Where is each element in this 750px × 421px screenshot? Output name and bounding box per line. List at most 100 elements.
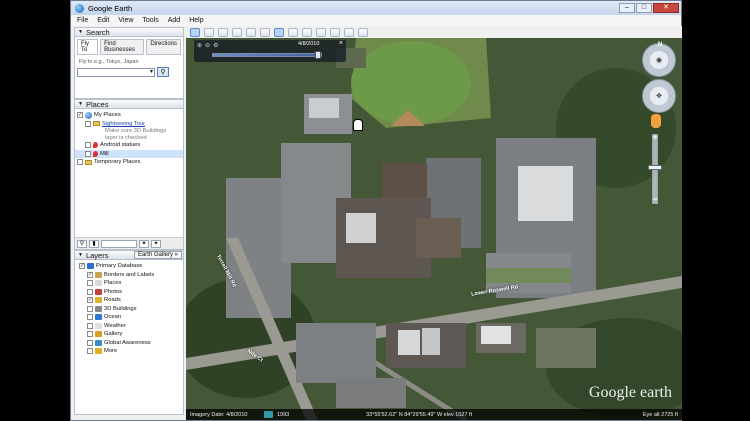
earth-gallery-button[interactable]: Earth Gallery » — [133, 251, 182, 259]
layer-item[interactable]: Weather — [75, 322, 183, 331]
record-tour-button[interactable] — [260, 27, 270, 37]
map-view[interactable]: Lower Roswell Rd Terrell Mill Rd Nite Ct… — [186, 38, 682, 420]
layer-icon — [95, 271, 102, 278]
checkbox[interactable]: ✓ — [79, 263, 85, 270]
layer-item[interactable]: 3D Buildings — [75, 305, 183, 314]
copyright-year: 1993 — [277, 411, 290, 418]
hand-cursor-icon — [353, 119, 363, 131]
coordinates-readout: 33°55'52.62" N 84°29'55.49" W elev 1027 … — [366, 411, 473, 418]
layer-item[interactable]: Gallery — [75, 330, 183, 339]
layers-header[interactable]: ▼ Layers Earth Gallery » — [74, 250, 184, 260]
checkbox[interactable] — [77, 159, 83, 166]
move-joystick[interactable]: ✥ — [642, 79, 676, 113]
checkbox[interactable] — [87, 348, 93, 355]
historical-imagery-slider[interactable]: ⊕ ⊖ ⚙ 4/8/2010 × — [194, 40, 346, 62]
email-button[interactable] — [330, 27, 340, 37]
search-header[interactable]: ▼ Search — [74, 27, 184, 37]
zoom-slider-thumb[interactable] — [648, 165, 662, 170]
eye-altitude: Eye alt 2725 ft — [642, 411, 678, 418]
path-button[interactable] — [232, 27, 242, 37]
layer-item[interactable]: ✓ Primary Database — [75, 262, 183, 271]
places-item-my-places[interactable]: ✓ My Places — [75, 111, 183, 120]
search-header-label: Search — [85, 27, 110, 37]
layer-item[interactable]: Global Awareness — [75, 339, 183, 348]
checkbox[interactable] — [87, 305, 93, 312]
checkbox[interactable]: ✓ — [77, 112, 83, 119]
menu-add[interactable]: Add — [168, 17, 180, 24]
close-icon[interactable]: × — [339, 40, 343, 47]
zoom-out-button[interactable]: − — [650, 195, 660, 204]
search-button[interactable]: ⚲ — [157, 67, 169, 77]
ruler-button[interactable] — [316, 27, 326, 37]
layer-item[interactable]: Photos — [75, 288, 183, 297]
time-track[interactable] — [212, 53, 322, 57]
close-button[interactable]: ✕ — [653, 3, 679, 13]
toggle-view-icon[interactable]: ▮ — [89, 239, 99, 248]
tab-find-businesses[interactable]: Find Businesses — [100, 39, 145, 55]
sidebar: ▼ Search Fly To Find Businesses Directio… — [74, 27, 184, 419]
slider-date: 4/8/2010 — [298, 41, 320, 47]
historical-imagery-button[interactable] — [274, 27, 284, 37]
layer-item[interactable]: ✓ Roads — [75, 296, 183, 305]
search-input[interactable] — [77, 67, 155, 77]
checkbox[interactable] — [87, 280, 93, 287]
checkbox[interactable] — [87, 288, 93, 295]
layer-item[interactable]: More — [75, 347, 183, 356]
menu-edit[interactable]: Edit — [97, 17, 109, 24]
checkbox[interactable] — [87, 331, 93, 338]
sidebar-toggle-button[interactable] — [190, 27, 200, 37]
image-overlay-button[interactable] — [246, 27, 256, 37]
checkbox[interactable]: ✓ — [87, 271, 93, 278]
placemark-button[interactable] — [204, 27, 214, 37]
zoom-out-time-icon[interactable]: ⊖ — [205, 42, 210, 49]
layers-panel: ✓ Primary Database ✓ Borders and Labels Plac… — [74, 260, 184, 415]
places-item-label[interactable]: Sightseeing Tour — [102, 121, 145, 127]
google-earth-icon — [75, 3, 84, 13]
layer-item[interactable]: ✓ Borders and Labels — [75, 271, 183, 280]
layer-icon — [95, 331, 102, 338]
places-note-label: Make sure 3D Buildings layer is checked — [105, 128, 167, 141]
places-item-mill[interactable]: Mill — [75, 149, 183, 158]
imagery-date: Imagery Date: 4/8/2010 — [190, 411, 248, 418]
move-down-icon[interactable]: ✦ — [151, 239, 161, 248]
collapse-triangle-icon: ▼ — [78, 252, 83, 258]
checkbox[interactable] — [85, 150, 91, 157]
checkbox[interactable] — [87, 322, 93, 329]
polygon-button[interactable] — [218, 27, 228, 37]
view-in-maps-button[interactable] — [358, 27, 368, 37]
menu-tools[interactable]: Tools — [142, 17, 158, 24]
minimize-button[interactable]: – — [619, 3, 635, 13]
places-item-temporary-places[interactable]: Temporary Places — [75, 158, 183, 167]
settings-icon[interactable]: ⚙ — [213, 42, 218, 49]
look-joystick[interactable]: N ◉ — [642, 42, 676, 77]
places-header[interactable]: ▼ Places — [74, 99, 184, 109]
menu-help[interactable]: Help — [189, 17, 203, 24]
checkbox[interactable] — [87, 314, 93, 321]
tab-fly-to[interactable]: Fly To — [77, 39, 99, 55]
checkbox[interactable] — [85, 120, 91, 127]
places-item-sightseeing-tour[interactable]: Sightseeing Tour — [75, 120, 183, 129]
places-item-android-statues[interactable]: Android statues — [75, 141, 183, 150]
maximize-button[interactable]: □ — [636, 3, 652, 13]
checkbox[interactable] — [87, 339, 93, 346]
print-button[interactable] — [344, 27, 354, 37]
layer-item[interactable]: Ocean — [75, 313, 183, 322]
zoom-in-button[interactable]: + — [650, 133, 660, 142]
planets-button[interactable] — [302, 27, 312, 37]
menu-view[interactable]: View — [118, 17, 133, 24]
title-bar: Google Earth – □ ✕ — [71, 1, 681, 15]
menu-file[interactable]: File — [77, 17, 88, 24]
layer-label: Weather — [104, 322, 126, 329]
move-up-icon[interactable]: ✦ — [139, 239, 149, 248]
checkbox[interactable] — [85, 142, 91, 149]
sun-button[interactable] — [288, 27, 298, 37]
tab-directions[interactable]: Directions — [146, 39, 181, 55]
checkbox[interactable]: ✓ — [87, 297, 93, 304]
places-filter-input[interactable] — [101, 239, 137, 248]
street-view-pegman-icon[interactable] — [651, 114, 661, 128]
zoom-in-time-icon[interactable]: ⊕ — [197, 42, 202, 49]
layer-item[interactable]: Places — [75, 279, 183, 288]
layer-icon — [95, 348, 102, 355]
search-places-icon[interactable]: ⚲ — [77, 239, 87, 248]
time-slider-thumb[interactable] — [315, 51, 321, 59]
